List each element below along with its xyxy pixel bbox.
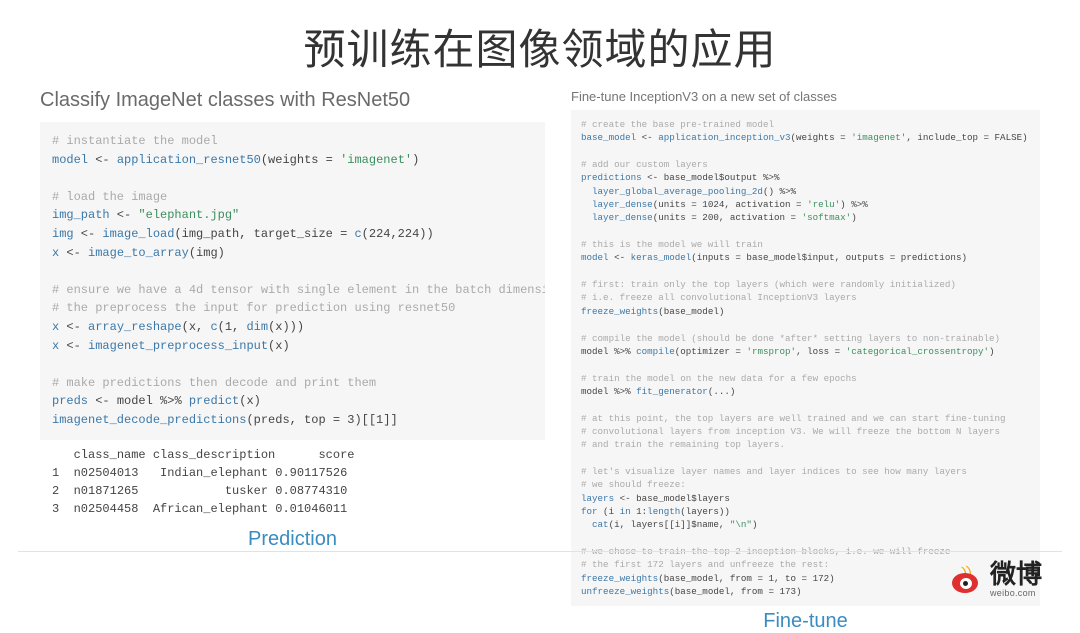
weibo-logo: )) 微博 weibo.com <box>950 561 1042 598</box>
right-heading: Fine-tune InceptionV3 on a new set of cl… <box>571 89 1040 104</box>
right-caption: Fine-tune <box>571 610 1040 633</box>
weibo-icon: )) <box>950 565 984 595</box>
logo-text-en: weibo.com <box>990 589 1042 598</box>
left-caption: Prediction <box>40 528 545 551</box>
results-table: class_name class_description score 1 n02… <box>40 440 545 524</box>
left-code-block: # instantiate the model model <- applica… <box>40 122 545 440</box>
left-heading: Classify ImageNet classes with ResNet50 <box>40 89 545 112</box>
slide-title: 预训练在图像领域的应用 <box>0 0 1080 77</box>
divider-rule <box>18 551 1062 552</box>
content-columns: Classify ImageNet classes with ResNet50 … <box>0 77 1080 633</box>
right-code-block: # create the base pre-trained model base… <box>571 110 1040 606</box>
logo-text-cn: 微博 <box>990 561 1042 587</box>
